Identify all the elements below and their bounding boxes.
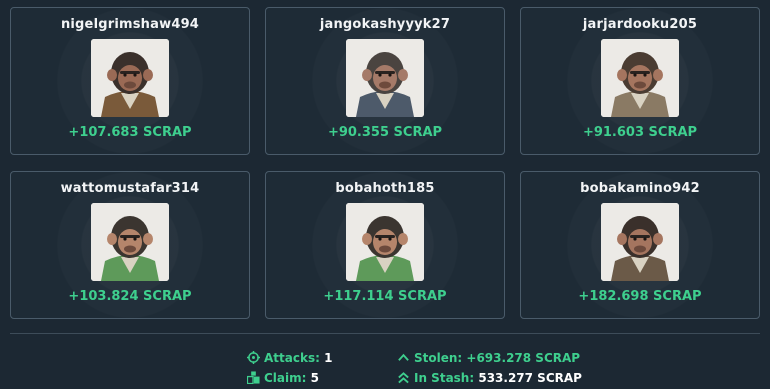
player-scrap-gain: +107.683 SCRAP — [68, 125, 192, 140]
player-avatar — [346, 39, 424, 117]
player-avatar — [346, 203, 424, 281]
double-chevron-up-icon — [398, 372, 409, 384]
player-username: jarjardooku205 — [582, 17, 698, 32]
player-avatar — [91, 203, 169, 281]
blocks-icon — [247, 371, 260, 384]
claim-stat[interactable]: Claim: 5 — [247, 370, 319, 386]
player-username: wattomustafar314 — [60, 181, 200, 196]
player-card[interactable]: jangokashyyyk27 +90.355 SCRAP — [265, 7, 505, 155]
player-username: bobahoth185 — [335, 181, 435, 196]
stash-stat: In Stash: 533.277 SCRAP — [397, 370, 582, 386]
player-avatar — [91, 39, 169, 117]
player-scrap-gain: +103.824 SCRAP — [68, 289, 192, 304]
attacks-stat: Attacks: 1 — [247, 350, 332, 366]
stolen-stat: Stolen: +693.278 SCRAP — [397, 350, 580, 366]
player-username: bobakamino942 — [580, 181, 700, 196]
player-card[interactable]: nigelgrimshaw494 +107.683 SCRAP — [10, 7, 250, 155]
section-divider — [10, 333, 760, 334]
stolen-value: +693.278 SCRAP — [466, 351, 581, 365]
player-card[interactable]: bobahoth185 +117.114 SCRAP — [265, 171, 505, 319]
player-grid: nigelgrimshaw494 +107.683 SCRAP jangokas… — [10, 7, 760, 319]
player-card[interactable]: jarjardooku205 +91.603 SCRAP — [520, 7, 760, 155]
attacks-value: 1 — [324, 351, 333, 365]
player-scrap-gain: +90.355 SCRAP — [327, 125, 443, 140]
player-card[interactable]: bobakamino942 +182.698 SCRAP — [520, 171, 760, 319]
player-scrap-gain: +91.603 SCRAP — [582, 125, 698, 140]
player-avatar — [601, 39, 679, 117]
chevron-up-icon — [398, 353, 409, 361]
stash-value: 533.277 SCRAP — [478, 371, 582, 385]
player-card[interactable]: wattomustafar314 +103.824 SCRAP — [10, 171, 250, 319]
player-scrap-gain: +117.114 SCRAP — [323, 289, 447, 304]
player-username: jangokashyyyk27 — [319, 17, 451, 32]
claim-value: 5 — [310, 371, 319, 385]
stats-summary: Attacks: 1 Claim: 5 Stolen: +693.278 SCR… — [0, 350, 770, 389]
attacks-label: Attacks: — [264, 351, 320, 365]
claim-label: Claim: — [264, 371, 307, 385]
player-username: nigelgrimshaw494 — [60, 17, 200, 32]
crosshair-icon — [247, 351, 260, 364]
player-avatar — [601, 203, 679, 281]
stash-label: In Stash: — [414, 371, 475, 385]
stolen-label: Stolen: — [414, 351, 463, 365]
player-scrap-gain: +182.698 SCRAP — [578, 289, 702, 304]
